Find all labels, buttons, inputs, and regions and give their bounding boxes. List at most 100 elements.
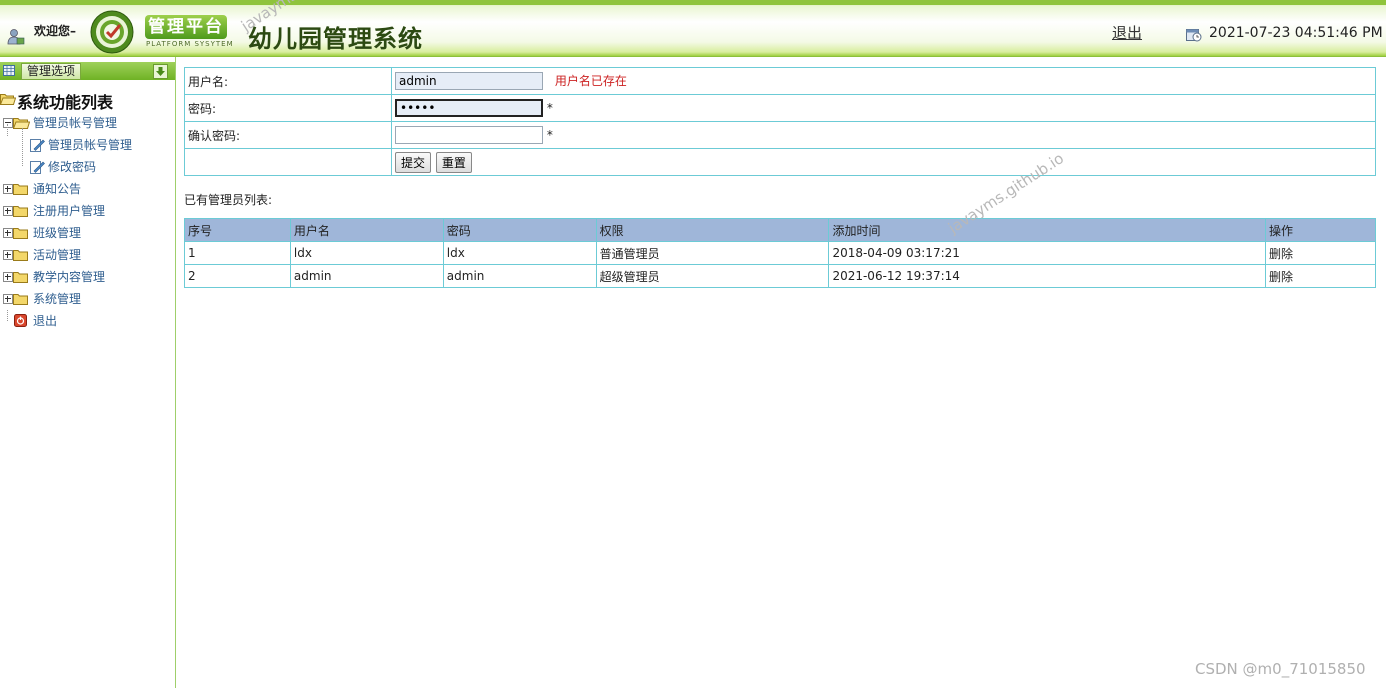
required-mark: *: [546, 101, 553, 115]
sidebar-item-label[interactable]: 修改密码: [48, 156, 96, 178]
sidebar-item-registered-users[interactable]: 注册用户管理: [0, 200, 175, 222]
calendar-clock-icon: [1186, 29, 1202, 42]
confirm-password-label: 确认密码:: [184, 121, 392, 149]
function-tree: 管理员帐号管理 管理员帐号管理 修改密码 通知公告 注册用户管理 班级管理 活动…: [0, 112, 175, 332]
form-row-actions: 提交 重置: [184, 148, 1376, 176]
platform-logo-icon: [90, 10, 134, 54]
sidebar-item-label[interactable]: 退出: [33, 310, 57, 332]
delete-link[interactable]: 删除: [1265, 241, 1376, 265]
sidebar-options-button[interactable]: 管理选项: [21, 63, 82, 80]
cell-username: admin: [289, 264, 444, 288]
folder-icon: [13, 206, 28, 217]
table-header-row: 序号 用户名 密码 权限 添加时间 操作: [184, 218, 1376, 242]
username-cell: 用户名已存在: [391, 67, 1376, 95]
cell-password: ldx: [442, 241, 597, 265]
submit-button[interactable]: 提交: [395, 151, 432, 173]
sidebar-item-label[interactable]: 管理员帐号管理: [33, 112, 117, 134]
folder-open-icon: [0, 94, 16, 105]
expand-icon[interactable]: [3, 184, 13, 194]
grid-icon: [3, 65, 15, 76]
sidebar-item-label[interactable]: 活动管理: [33, 244, 81, 266]
csdn-watermark: CSDN @m0_71015850: [1195, 660, 1366, 678]
username-input[interactable]: [395, 72, 543, 90]
username-error: 用户名已存在: [554, 74, 627, 88]
confirm-password-input[interactable]: [395, 126, 543, 144]
folder-icon: [13, 294, 28, 305]
sidebar-item-label[interactable]: 通知公告: [33, 178, 81, 200]
table-row: 2 admin admin 超级管理员 2021-06-12 19:37:14 …: [184, 264, 1376, 288]
reset-button[interactable]: 重置: [435, 151, 472, 173]
platform-badge-subtitle: PLATFORM SYSYTEM: [146, 40, 234, 48]
admin-list-caption: 已有管理员列表:: [184, 193, 273, 207]
expand-icon[interactable]: [3, 250, 13, 260]
cell-role: 超级管理员: [595, 264, 830, 288]
sidebar-item-admin-accounts[interactable]: 管理员帐号管理: [0, 112, 175, 134]
column-header: 密码: [442, 218, 597, 242]
collapse-icon[interactable]: [3, 118, 13, 128]
admin-list-table: 序号 用户名 密码 权限 添加时间 操作 1 ldx ldx 普通管理员 201…: [184, 218, 1376, 288]
sidebar-item-admin-accounts-child[interactable]: 管理员帐号管理: [0, 134, 175, 156]
current-datetime: 2021-07-23 04:51:46 PM: [1209, 25, 1383, 41]
expand-icon[interactable]: [3, 294, 13, 304]
sidebar-item-classes[interactable]: 班级管理: [0, 222, 175, 244]
sidebar-item-exit[interactable]: 退出: [0, 310, 175, 332]
folder-icon: [13, 272, 28, 283]
tree-root-label: 系统功能列表: [17, 93, 114, 112]
sidebar: 管理选项 系统功能列表 管理员帐号管理 管理员帐号管理 修改密码 通知公告 注册…: [0, 57, 176, 688]
column-header: 添加时间: [828, 218, 1267, 242]
exit-icon: [14, 314, 27, 327]
form-row-confirm: 确认密码: *: [184, 121, 1376, 149]
delete-link[interactable]: 删除: [1265, 264, 1376, 288]
confirm-password-cell: *: [391, 121, 1376, 149]
password-input[interactable]: [395, 99, 543, 117]
cell-index: 1: [184, 241, 291, 265]
table-row: 1 ldx ldx 普通管理员 2018-04-09 03:17:21 删除: [184, 241, 1376, 265]
welcome-text: 欢迎您–: [34, 24, 77, 38]
sidebar-item-label[interactable]: 注册用户管理: [33, 200, 105, 222]
expand-icon[interactable]: [3, 206, 13, 216]
actions-cell: 提交 重置: [391, 148, 1376, 176]
required-mark: *: [546, 128, 553, 142]
column-header: 序号: [184, 218, 291, 242]
expand-icon[interactable]: [3, 272, 13, 282]
password-cell: *: [391, 94, 1376, 122]
arrow-down-icon[interactable]: [153, 64, 168, 79]
edit-document-icon: [30, 161, 45, 174]
sidebar-item-label[interactable]: 管理员帐号管理: [48, 134, 132, 156]
password-label: 密码:: [184, 94, 392, 122]
sidebar-item-system[interactable]: 系统管理: [0, 288, 175, 310]
platform-badge: 管理平台: [145, 15, 227, 39]
sidebar-item-change-password[interactable]: 修改密码: [0, 156, 175, 178]
column-header: 操作: [1265, 218, 1376, 242]
folder-icon: [13, 184, 28, 195]
header-top-stripe: [0, 0, 1386, 5]
cell-index: 2: [184, 264, 291, 288]
username-label: 用户名:: [184, 67, 392, 95]
cell-added-time: 2021-06-12 19:37:14: [828, 264, 1267, 288]
cell-role: 普通管理员: [595, 241, 830, 265]
system-title: 幼儿园管理系统: [248, 24, 423, 53]
sidebar-item-activities[interactable]: 活动管理: [0, 244, 175, 266]
expand-icon[interactable]: [3, 228, 13, 238]
sidebar-header: 管理选项: [0, 62, 175, 80]
sidebar-item-teaching-content[interactable]: 教学内容管理: [0, 266, 175, 288]
sidebar-item-label[interactable]: 教学内容管理: [33, 266, 105, 288]
logout-link[interactable]: 退出: [1112, 22, 1142, 43]
admin-form-table: 用户名: 用户名已存在 密码: * 确认密码: * 提交 重置: [184, 67, 1376, 176]
cell-username: ldx: [289, 241, 444, 265]
main-content: 用户名: 用户名已存在 密码: * 确认密码: * 提交 重置: [176, 57, 1386, 688]
column-header: 用户名: [289, 218, 444, 242]
header-bar: 欢迎您– 管理平台 PLATFORM SYSYTEM 幼儿园管理系统 退出 20…: [0, 0, 1386, 57]
form-row-username: 用户名: 用户名已存在: [184, 67, 1376, 95]
sidebar-item-label[interactable]: 班级管理: [33, 222, 81, 244]
cell-added-time: 2018-04-09 03:17:21: [828, 241, 1267, 265]
cell-password: admin: [442, 264, 597, 288]
folder-icon: [13, 250, 28, 261]
edit-document-icon: [30, 139, 45, 152]
tree-guide-line: [7, 310, 8, 321]
user-icon: [7, 29, 25, 45]
sidebar-item-notices[interactable]: 通知公告: [0, 178, 175, 200]
sidebar-item-label[interactable]: 系统管理: [33, 288, 81, 310]
form-row-password: 密码: *: [184, 94, 1376, 122]
column-header: 权限: [595, 218, 830, 242]
